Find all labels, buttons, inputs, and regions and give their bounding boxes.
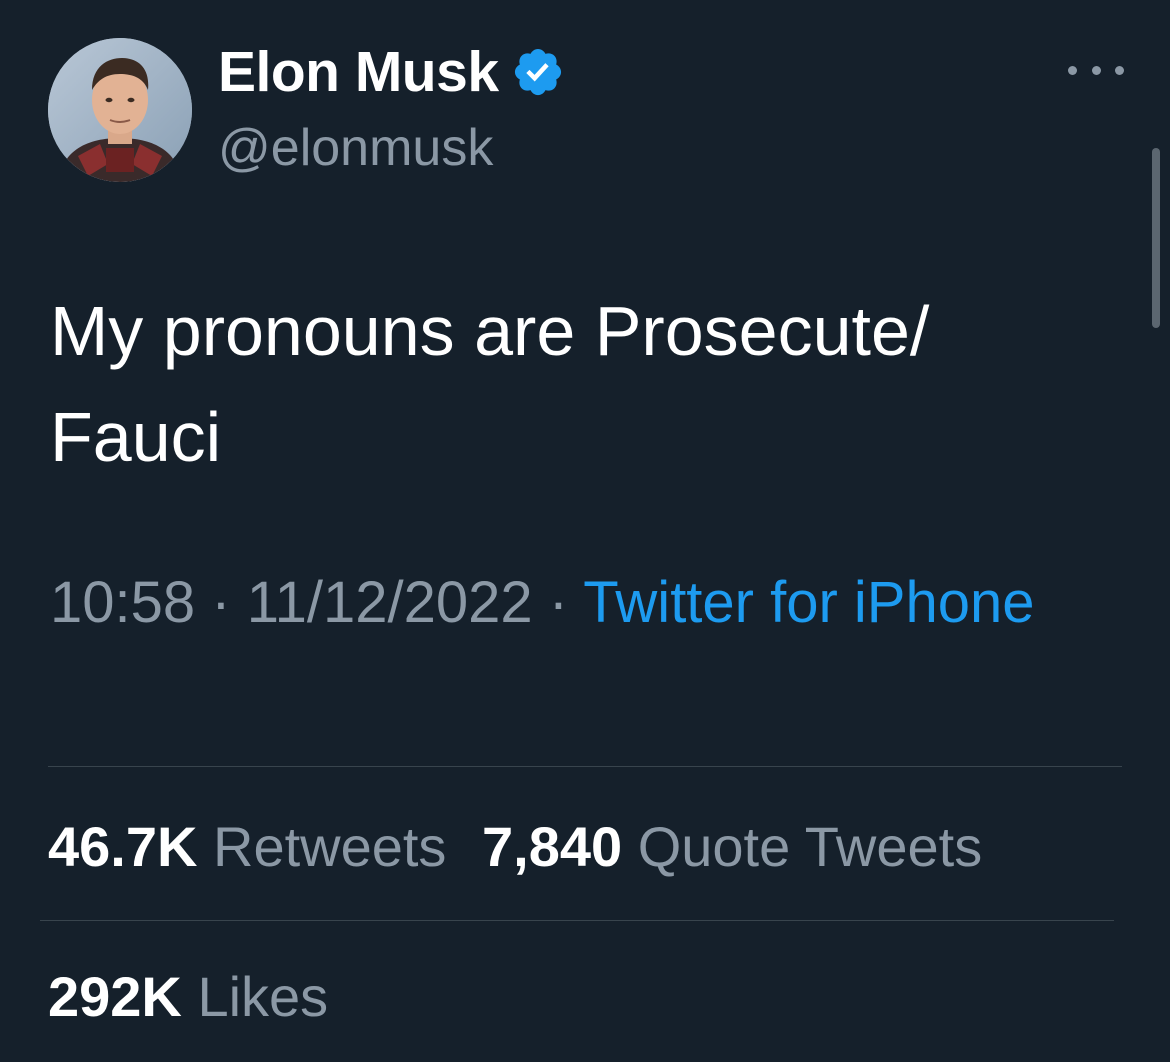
retweets-label: Retweets [213,815,447,878]
more-dot [1115,65,1124,75]
divider [48,766,1122,767]
more-horizontal-icon[interactable] [1068,58,1124,82]
likes-stat[interactable]: 292K Likes [48,962,328,1032]
quote-tweets-count: 7,840 [482,815,623,878]
quote-tweets-stat[interactable]: 7,840 Quote Tweets [482,812,982,882]
meta-separator: · [532,570,584,635]
retweets-stat[interactable]: 46.7K Retweets [48,812,446,882]
verified-badge-icon [511,45,565,99]
likes-stats-row: 292K Likes [48,962,348,1032]
tweet-source-link[interactable]: Twitter for iPhone [583,570,1034,635]
author-name-row[interactable]: Elon Musk [218,40,565,104]
meta-separator: · [195,570,247,635]
divider [40,920,1114,921]
tweet-text: My pronouns are Prosecute/ Fauci [50,292,930,476]
avatar[interactable] [48,38,192,182]
author-display-name[interactable]: Elon Musk [218,39,499,105]
retweets-count: 46.7K [48,815,198,878]
author-handle[interactable]: @elonmusk [218,118,493,178]
likes-count: 292K [48,965,182,1028]
tweet-detail: Elon Musk @elonmusk My pronouns are Pros… [0,0,1170,1062]
likes-label: Likes [197,965,329,1028]
more-dot [1091,65,1101,75]
tweet-date[interactable]: 11/12/2022 [247,570,533,635]
engagement-stats-row: 46.7K Retweets 7,840 Quote Tweets [48,812,1002,882]
avatar-image [48,38,192,182]
more-dot [1068,65,1077,75]
quote-tweets-label: Quote Tweets [637,815,983,878]
scrollbar[interactable] [1152,148,1160,328]
tweet-meta: 10:58 · 11/12/2022 · Twitter for iPhone [50,562,1050,644]
tweet-time[interactable]: 10:58 [50,570,195,635]
